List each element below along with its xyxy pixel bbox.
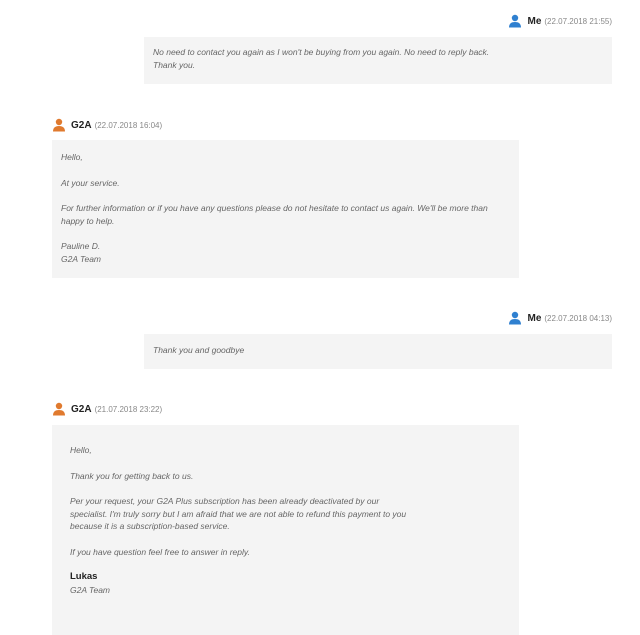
message-greeting: Hello, [61, 152, 83, 162]
message-signature-name: Pauline D. [61, 241, 101, 251]
message-bubble-g2a-2: Hello, Thank you for getting back to us.… [52, 425, 519, 635]
sender-name: G2A [71, 119, 92, 131]
user-icon [52, 118, 66, 132]
message-signature-team: G2A Team [61, 253, 102, 264]
message-date: (22.07.2018 21:55) [544, 16, 612, 26]
message-date: (22.07.2018 04:13) [544, 313, 612, 323]
message-greeting: Hello, [70, 445, 92, 455]
message-header-g2a-1: G2A (22.07.2018 16:04) [52, 118, 162, 132]
user-icon [52, 402, 66, 416]
user-icon [508, 311, 522, 325]
message-header-g2a-2: G2A (21.07.2018 23:22) [52, 402, 162, 416]
message-paragraph: Thank you for getting back to us. [70, 470, 194, 481]
user-icon [508, 14, 522, 28]
message-paragraph: At your service. [61, 177, 120, 188]
message-date: (21.07.2018 23:22) [94, 404, 163, 414]
message-text: Thank you and goodbye [153, 345, 245, 355]
message-bubble-me-1: No need to contact you again as I won't … [144, 37, 612, 84]
sender-name: Me [527, 312, 542, 324]
message-signature-name: Lukas [70, 571, 98, 582]
message-paragraph: For further information or if you have a… [61, 203, 488, 226]
message-paragraph: If you have question feel free to answer… [70, 546, 250, 557]
message-date: (22.07.2018 16:04) [94, 120, 163, 130]
message-bubble-g2a-1: Hello, At your service. For further info… [52, 140, 519, 278]
sender-name: Me [527, 15, 542, 27]
message-text-line: No need to contact you again as I won't … [153, 47, 490, 57]
sender-name: G2A [71, 403, 92, 415]
message-bubble-me-2: Thank you and goodbye [144, 334, 612, 369]
message-paragraph: Per your request, your G2A Plus subscrip… [70, 496, 407, 531]
message-text-line: Thank you. [153, 59, 196, 70]
message-header-me-1: Me (22.07.2018 21:55) [508, 14, 612, 28]
message-header-me-2: Me (22.07.2018 04:13) [508, 311, 612, 325]
message-signature-team: G2A Team [70, 584, 111, 595]
